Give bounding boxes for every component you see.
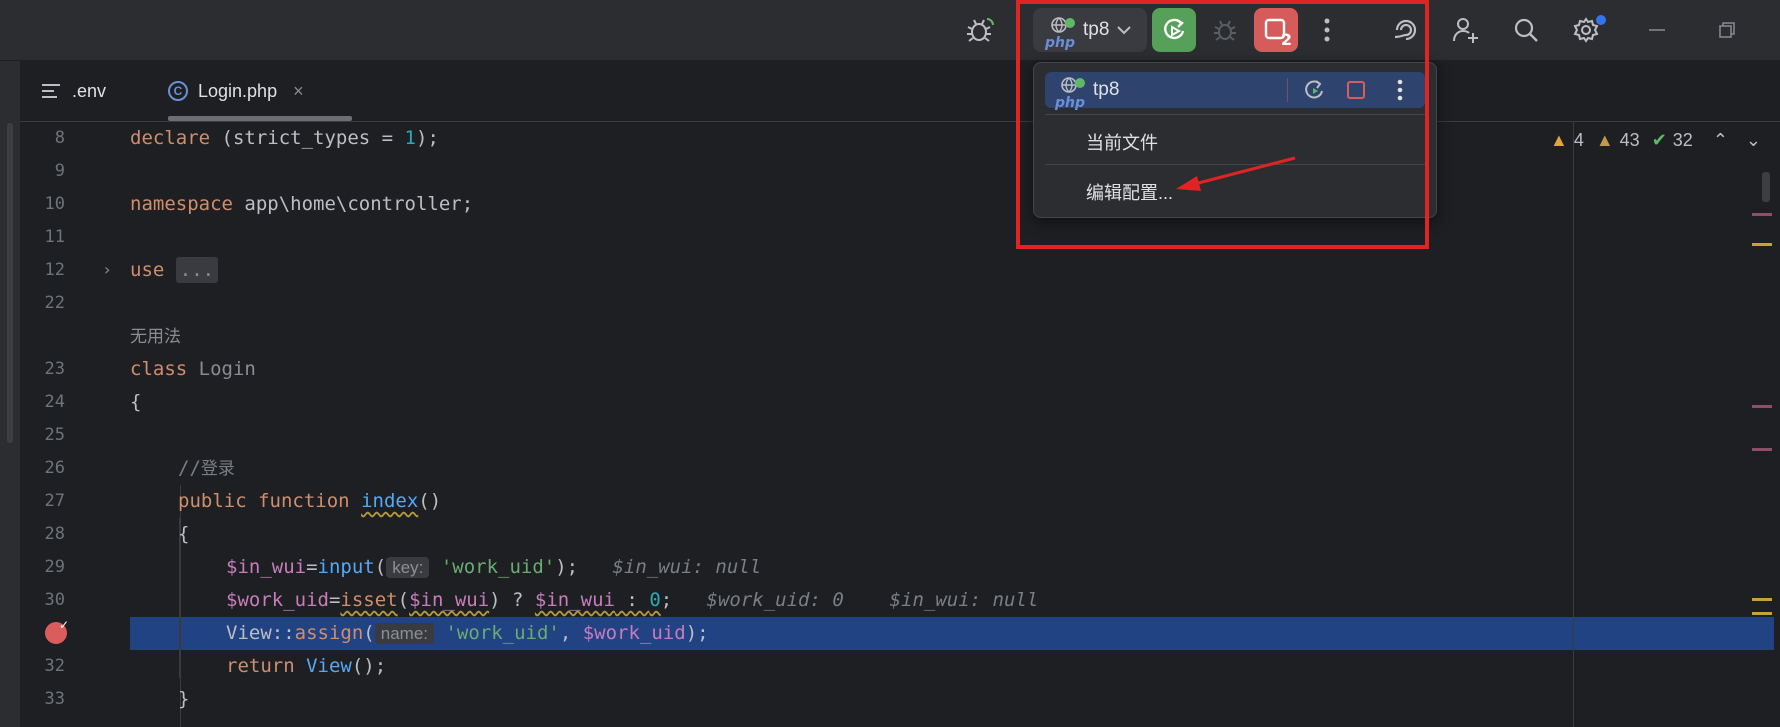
previous-highlight-icon[interactable]: ⌃ [1713,130,1728,151]
param-hint: key: [386,557,430,578]
notification-dot [1596,15,1606,25]
code-line-29: $in_wui=input(key: 'work_uid'); $in_wui:… [226,556,762,578]
scroll-thumb[interactable] [1762,172,1770,202]
add-user-icon[interactable] [1446,10,1486,50]
tab-env-label: .env [72,80,107,101]
line-number: 12 [44,260,65,280]
check-icon: ✔ [1651,130,1667,150]
active-tab-indicator [168,116,352,121]
error-stripe-mark[interactable] [1752,448,1772,451]
line-number: 27 [44,491,65,511]
text-file-icon [42,84,60,98]
tab-env[interactable]: .env [40,61,106,121]
error-count: 4 [1573,130,1584,150]
tab-login-label: Login.php [198,80,278,101]
debug-listen-icon[interactable] [960,10,1000,50]
warning-stripe-mark[interactable] [1752,598,1772,601]
error-stripe-mark[interactable] [1752,213,1772,216]
code-line-27: public function index() [178,490,442,512]
next-highlight-icon[interactable]: ⌄ [1746,130,1761,151]
line-number: 9 [54,161,65,181]
fold-expand-icon[interactable]: › [104,260,110,279]
inline-debug-value: $work_uid: 0 [706,589,844,611]
line-number: 8 [54,128,65,148]
breakpoint-icon[interactable]: ✓ [45,618,69,644]
minimize-icon[interactable] [1637,10,1677,50]
line-number: 24 [44,392,65,412]
editor-tab-bar: .env C Login.php × [20,61,1780,122]
code-line-31: View::assign(name: 'work_uid', $work_uid… [226,622,709,644]
code-line-23: class Login [130,358,256,380]
line-number: 11 [44,227,65,247]
line-number: 26 [44,458,65,478]
ok-count: 32 [1672,130,1693,150]
error-stripe-mark[interactable] [1752,405,1772,408]
main-toolbar: php tp8 2 [0,0,1780,61]
line-number: 33 [44,689,65,709]
code-line-28: { [178,523,190,545]
line-number: 25 [44,425,65,445]
line-number: 32 [44,656,65,676]
tab-login-php[interactable]: C Login.php × [168,61,304,121]
code-line-33: } [178,688,190,710]
line-number: 29 [44,557,65,577]
error-warning-icon: ▲ [1550,130,1568,150]
code-line-10: namespace app\home\controller; [130,193,474,215]
warning-count: 43 [1619,130,1640,150]
line-number: 30 [44,590,65,610]
line-number: 28 [44,524,65,544]
annotation-highlight-box [1016,0,1429,249]
left-scroll-thumb[interactable] [7,123,13,443]
line-number: 22 [44,293,65,313]
tab-close-icon[interactable]: × [293,81,304,102]
code-line-26: //登录 [178,457,235,479]
inline-debug-value: $in_wui: null [889,589,1039,611]
code-line-12: use ... [130,254,219,287]
restore-window-icon[interactable] [1707,10,1747,50]
param-hint: name: [374,623,434,644]
php-class-icon: C [168,81,188,101]
code-line-8: declare (strict_types = 1); [130,127,439,149]
left-scroll-strip [0,61,20,727]
line-number: 23 [44,359,65,379]
inspections-widget[interactable]: ▲ 4 ▲ 43 ✔ 32 ⌃ ⌄ [1550,130,1761,151]
folded-imports[interactable]: ... [175,257,219,283]
line-number: 10 [44,194,65,214]
code-line-24: { [130,391,142,413]
right-margin-guide [1573,122,1574,727]
inline-debug-value: $in_wui: null [612,556,762,578]
editor-gutter: 8 9 10 11 12 › 22 23 24 25 26 27 28 29 3… [20,122,130,727]
search-icon[interactable] [1506,10,1546,50]
warning-stripe-mark[interactable] [1752,243,1772,246]
warning-icon: ▲ [1595,130,1614,150]
warning-stripe-mark[interactable] [1752,612,1772,615]
code-line-32: return View(); [226,655,387,677]
code-line-30: $work_uid=isset($in_wui) ? $in_wui : 0; … [226,589,1039,611]
usage-hint: 无用法 [130,327,181,346]
